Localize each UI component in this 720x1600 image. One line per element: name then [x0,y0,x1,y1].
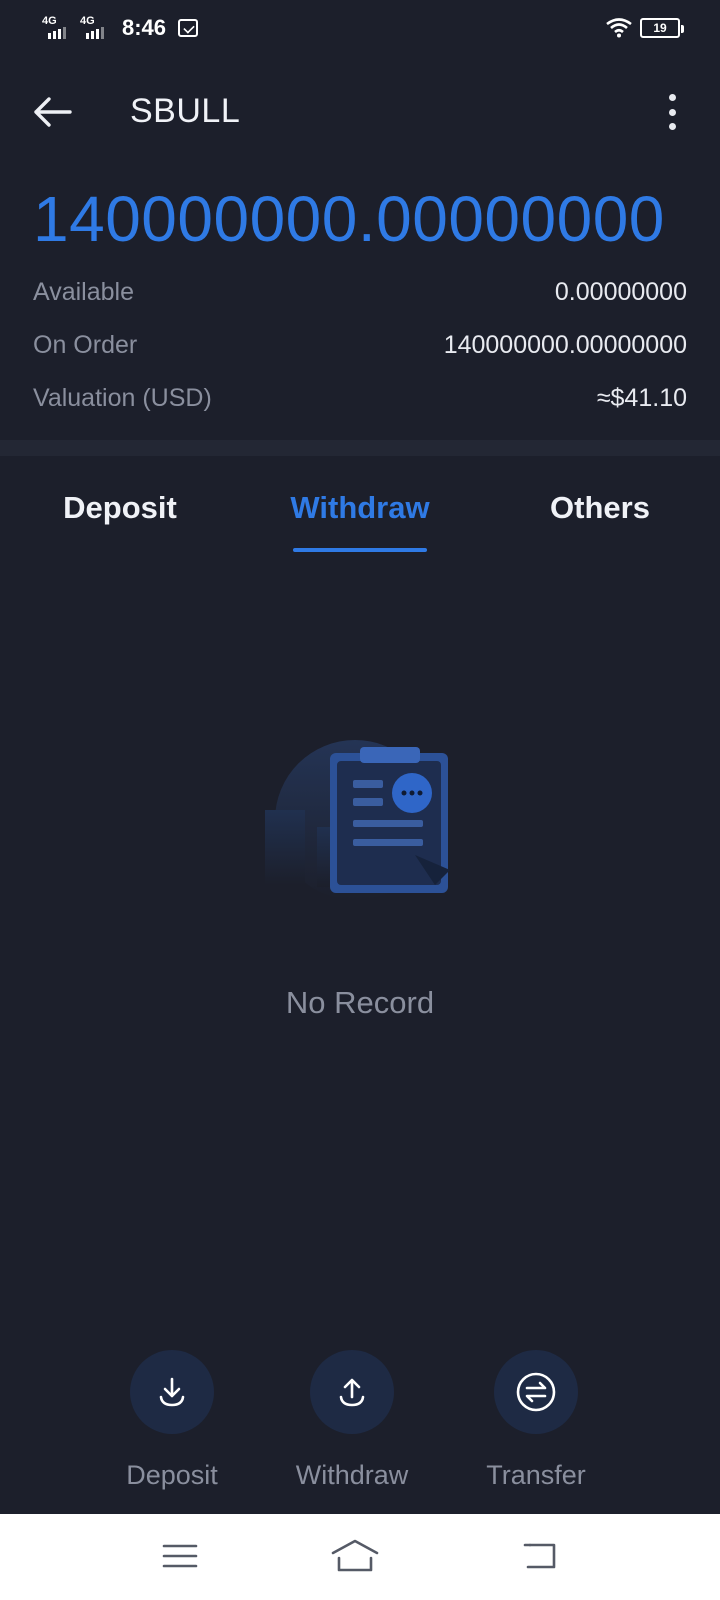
back-button[interactable] [30,90,74,134]
back-nav-button[interactable] [520,1538,560,1574]
withdraw-action-label: Withdraw [295,1460,409,1490]
transfer-icon [516,1372,556,1412]
message-notification-icon [178,19,199,37]
deposit-action-label: Deposit [126,1460,218,1490]
tab-deposit[interactable]: Deposit [50,490,190,526]
withdraw-action-button[interactable]: Withdraw [262,1350,442,1491]
more-vertical-icon [668,94,676,101]
download-icon [159,1377,185,1407]
battery-level: 19 [653,21,667,35]
valuation-value: ≈$41.10 [596,384,687,412]
transfer-circle[interactable] [494,1350,578,1434]
valuation-label: Valuation (USD) [33,384,212,412]
system-navigation-bar [0,1514,720,1600]
deposit-action-button[interactable]: Deposit [82,1350,262,1491]
upload-icon [339,1378,365,1407]
section-divider [0,440,720,456]
back-icon [523,1543,556,1569]
history-tabs: Deposit Withdraw Others [0,478,720,558]
tab-withdraw[interactable]: Withdraw [285,490,435,526]
arrow-left-icon [34,97,72,127]
wifi-icon [606,18,632,38]
on-order-row: On Order 140000000.00000000 [33,331,687,360]
signal-icon: 4G [42,15,70,39]
on-order-label: On Order [33,331,138,359]
transfer-action-label: Transfer [486,1460,586,1490]
available-label: Available [33,278,135,306]
withdraw-circle[interactable] [310,1350,394,1434]
menu-nav-button[interactable] [160,1538,200,1574]
tab-others[interactable]: Others [530,490,670,526]
active-tab-indicator [293,548,427,552]
app-header: SBULL [0,72,720,152]
home-nav-button[interactable] [330,1538,380,1574]
status-bar: 4G 4G 8:46 19 [0,0,720,56]
status-left: 4G 4G 8:46 [42,15,199,41]
deposit-circle[interactable] [130,1350,214,1434]
home-icon [331,1539,379,1572]
transfer-action-button[interactable]: Transfer [446,1350,626,1491]
empty-clipboard-illustration [265,740,450,900]
status-right: 19 [606,18,684,38]
valuation-row: Valuation (USD) ≈$41.10 [33,384,687,413]
on-order-value: 140000000.00000000 [443,331,687,359]
available-value: 0.00000000 [554,278,687,306]
available-row: Available 0.00000000 [33,278,687,307]
more-options-button[interactable] [660,90,684,134]
menu-icon [162,1544,198,1568]
battery-icon: 19 [640,18,684,38]
signal-icon: 4G [80,15,108,39]
network-label: 4G [80,15,95,27]
page-title: SBULL [130,92,241,130]
total-balance: 140000000.00000000 [33,183,665,255]
status-time: 8:46 [122,15,167,40]
network-label: 4G [42,15,57,27]
empty-state-text: No Record [285,985,435,1020]
